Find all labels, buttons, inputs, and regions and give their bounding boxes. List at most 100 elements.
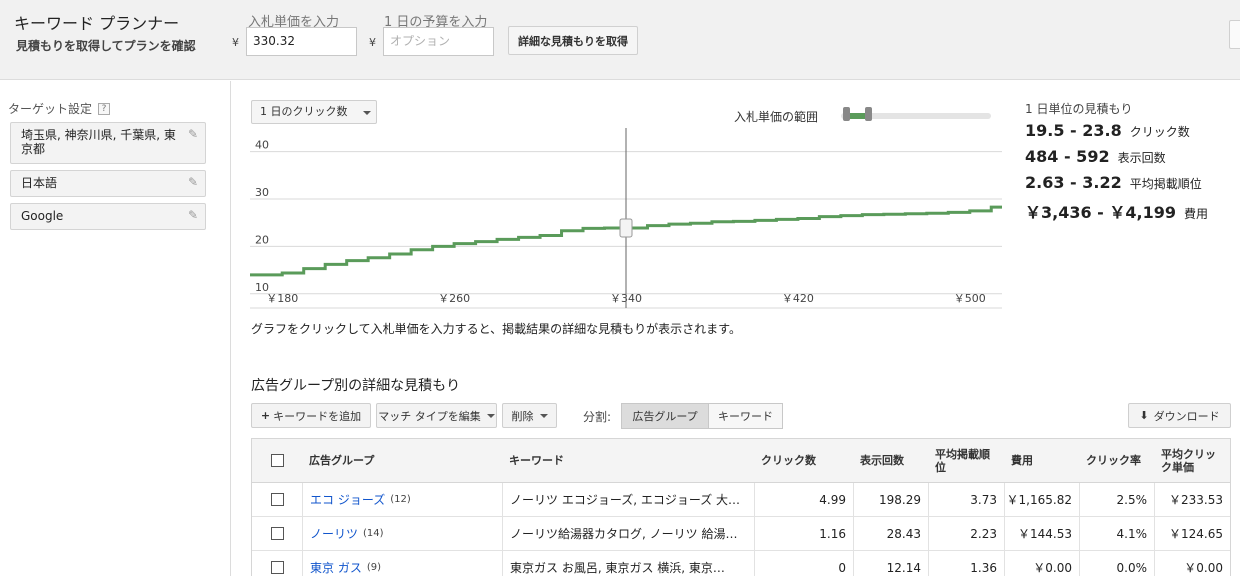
target-location[interactable]: 埼玉県, 神奈川県, 千葉県, 東京都 ✎	[10, 122, 206, 164]
adgroup-link[interactable]: ノーリツ	[310, 525, 358, 542]
keyword-count: (12)	[390, 494, 411, 505]
page-title: キーワード プランナー	[14, 14, 180, 33]
delete-label: 削除	[511, 409, 534, 423]
keywords-cell: ノーリツ給湯器カタログ, ノーリツ 給湯…	[502, 517, 754, 550]
target-network-label: Google	[21, 209, 64, 223]
get-detailed-estimates-button[interactable]: 詳細な見積もりを取得	[508, 26, 638, 55]
y-tick-label: 40	[255, 139, 269, 152]
target-network[interactable]: Google ✎	[10, 203, 206, 230]
col-clicks[interactable]: クリック数	[754, 439, 853, 482]
target-language-label: 日本語	[21, 176, 58, 190]
ctr-cell: 4.1%	[1079, 517, 1154, 550]
targeting-sidebar: ターゲット設定 ? 埼玉県, 神奈川県, 千葉県, 東京都 ✎ 日本語 ✎ Go…	[0, 81, 231, 576]
estimate-value: 484 - 592	[1025, 147, 1110, 166]
chevron-down-icon	[486, 413, 495, 418]
row-select-cell	[252, 483, 302, 516]
adgroup-cell: エコ ジョーズ (12)	[302, 483, 502, 516]
table-row: 東京 ガス (9) 東京ガス お風呂, 東京ガス 横浜, 東京… 0 12.14 1.36…	[252, 551, 1230, 576]
split-label: 分割:	[583, 410, 612, 424]
bid-input[interactable]: 330.32	[246, 27, 357, 56]
keyword-count: (9)	[366, 562, 381, 573]
adgroup-cell: ノーリツ (14)	[302, 517, 502, 550]
cpc-cell: ￥233.53	[1154, 483, 1230, 516]
select-all-checkbox[interactable]	[270, 454, 284, 467]
chevron-down-icon	[539, 413, 548, 418]
impressions-cell: 28.43	[853, 517, 928, 550]
edit-pencil-icon[interactable]: ✎	[188, 208, 198, 222]
metric-dropdown[interactable]: 1 日のクリック数	[251, 100, 377, 124]
impressions-cell: 198.29	[853, 483, 928, 516]
target-location-label: 埼玉県, 神奈川県, 千葉県, 東京都	[21, 128, 176, 156]
y-tick-label: 30	[255, 186, 269, 199]
keyword-count: (14)	[363, 528, 384, 539]
clicks-cell: 1.16	[754, 517, 853, 550]
row-checkbox[interactable]	[270, 561, 284, 574]
metric-dropdown-label: 1 日のクリック数	[260, 105, 348, 118]
download-label: ダウンロード	[1153, 409, 1220, 423]
col-cost[interactable]: 費用	[1004, 439, 1079, 482]
impressions-cell: 12.14	[853, 551, 928, 576]
cpc-cell: ￥0.00	[1154, 551, 1230, 576]
row-select-cell	[252, 551, 302, 576]
keywords-cell: ノーリツ エコジョーズ, エコジョーズ 大…	[502, 483, 754, 516]
bid-range-label: 入札単価の範囲	[734, 110, 819, 124]
estimates-title: 1 日単位の見積もり	[1025, 102, 1133, 116]
position-cell: 1.36	[928, 551, 1004, 576]
download-icon: ⬇	[1139, 409, 1149, 422]
estimate-unit: 表示回数	[1117, 151, 1166, 165]
col-keyword[interactable]: キーワード	[502, 439, 754, 482]
budget-currency: ¥	[369, 36, 376, 49]
adgroup-cell: 東京 ガス (9)	[302, 551, 502, 576]
position-cell: 2.23	[928, 517, 1004, 550]
keywords-cell: 東京ガス お風呂, 東京ガス 横浜, 東京…	[502, 551, 754, 576]
header-bar: キーワード プランナー 見積もりを取得してプランを確認 入札単価を入力 ¥ 33…	[0, 0, 1240, 80]
table-header: 広告グループ キーワード クリック数 表示回数 平均掲載順位 費用 クリック率 …	[252, 439, 1230, 483]
clicks-cell: 4.99	[754, 483, 853, 516]
plus-icon: +	[260, 409, 271, 422]
estimate-value: 2.63 - 3.22	[1025, 173, 1122, 192]
row-checkbox[interactable]	[270, 493, 284, 506]
edit-match-type-button[interactable]: マッチ タイプを編集	[376, 403, 497, 428]
ctr-cell: 2.5%	[1079, 483, 1154, 516]
side-edge-button[interactable]	[1229, 20, 1240, 49]
col-ctr[interactable]: クリック率	[1079, 439, 1154, 482]
col-impressions[interactable]: 表示回数	[853, 439, 928, 482]
x-tick-label: ￥420	[782, 292, 814, 305]
bid-clicks-chart[interactable]: 10203040￥180 ￥260 ￥340 ￥420 ￥500	[250, 128, 1002, 314]
row-checkbox[interactable]	[270, 527, 284, 540]
help-icon[interactable]: ?	[98, 102, 111, 115]
target-language[interactable]: 日本語 ✎	[10, 170, 206, 197]
cost-cell: ￥1,165.82	[1004, 483, 1079, 516]
edit-pencil-icon[interactable]: ✎	[188, 175, 198, 189]
table-row: エコ ジョーズ (12) ノーリツ エコジョーズ, エコジョーズ 大… 4.99 198…	[252, 483, 1230, 517]
col-position[interactable]: 平均掲載順位	[928, 439, 1004, 482]
split-keyword-tab[interactable]: キーワード	[708, 403, 783, 429]
budget-input[interactable]: オプション	[383, 27, 494, 56]
bid-marker-handle[interactable]	[619, 218, 633, 238]
estimate-value: 19.5 - 23.8	[1025, 121, 1122, 140]
delete-button[interactable]: 削除	[502, 403, 557, 428]
bid-range-max-handle[interactable]	[865, 107, 872, 121]
edit-pencil-icon[interactable]: ✎	[188, 127, 198, 141]
col-cpc[interactable]: 平均クリック単価	[1154, 439, 1230, 482]
x-tick-label: ￥180	[266, 292, 298, 305]
ctr-cell: 0.0%	[1079, 551, 1154, 576]
edit-match-label: マッチ タイプを編集	[378, 409, 481, 423]
x-tick-label: ￥500	[954, 292, 986, 305]
estimate-unit: 平均掲載順位	[1129, 177, 1202, 191]
download-button[interactable]: ⬇ ダウンロード	[1128, 403, 1231, 428]
bid-currency: ¥	[232, 36, 239, 49]
split-adgroup-tab[interactable]: 広告グループ	[621, 403, 709, 429]
adgroup-link[interactable]: エコ ジョーズ	[310, 491, 385, 508]
y-tick-label: 20	[255, 233, 269, 246]
bid-range-min-handle[interactable]	[842, 107, 850, 121]
cost-cell: ￥0.00	[1004, 551, 1079, 576]
section-title: 広告グループ別の詳細な見積もり	[251, 378, 461, 394]
adgroup-link[interactable]: 東京 ガス	[310, 559, 362, 576]
col-adgroup[interactable]: 広告グループ	[302, 439, 502, 482]
page-subtitle: 見積もりを取得してプランを確認	[16, 39, 196, 53]
estimate-impressions: 484 - 592 表示回数	[1025, 147, 1166, 166]
chevron-down-icon	[363, 111, 371, 115]
estimate-unit: 費用	[1184, 207, 1209, 221]
add-keyword-button[interactable]: + キーワードを追加	[251, 403, 371, 428]
